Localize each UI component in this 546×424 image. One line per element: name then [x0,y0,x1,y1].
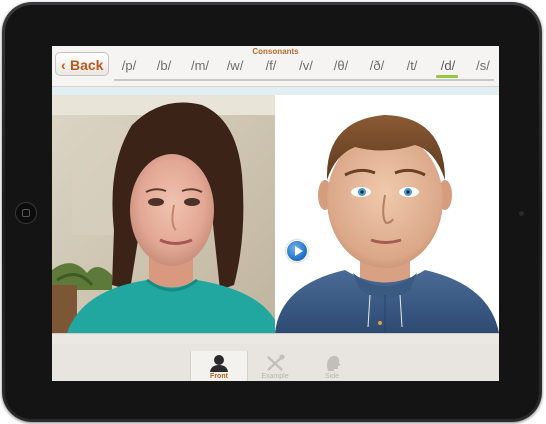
tab-side-label: Side [324,373,339,380]
user-camera-image [52,95,275,333]
user-camera-view [52,95,275,333]
back-button-label: Back [70,57,104,73]
tab-example-label: Example [261,373,289,380]
app-screen: Consonants ‹ Back /p/ /b/ /m/ /w/ /f/ /v… [52,46,499,381]
phoneme-w[interactable]: /w/ [220,56,250,76]
phoneme-v[interactable]: /v/ [291,56,321,76]
chevron-left-icon: ‹ [61,57,66,73]
front-camera [519,211,524,216]
phoneme-s[interactable]: /s/ [468,56,498,76]
phoneme-t[interactable]: /t/ [397,56,427,76]
avatar-view [275,95,499,333]
phoneme-selector: /p/ /b/ /m/ /w/ /f/ /v/ /θ/ /ð/ /t/ /d/ … [114,56,496,78]
front-head-icon [210,355,228,372]
phoneme-b[interactable]: /b/ [149,56,179,76]
example-tools-icon [267,354,285,371]
tab-front-label: Front [210,373,228,380]
tab-bar-shelf [52,334,499,344]
tab-front[interactable]: Front [190,351,248,381]
phoneme-p[interactable]: /p/ [114,56,144,76]
back-button[interactable]: ‹ Back [55,52,109,76]
top-navbar: Consonants ‹ Back /p/ /b/ /m/ /w/ /f/ /v… [52,46,499,87]
phoneme-scroll-rail [114,79,494,81]
tab-side[interactable]: Side [304,351,360,381]
section-title: Consonants [252,47,299,56]
tablet-frame: Consonants ‹ Back /p/ /b/ /m/ /w/ /f/ /v… [2,2,542,422]
phoneme-eth[interactable]: /ð/ [362,56,392,76]
play-icon[interactable] [286,240,308,262]
tab-example[interactable]: Example [247,351,303,381]
content-divider [52,87,499,95]
view-tab-bar: Front Example Side [52,333,499,381]
avatar-image [275,95,499,333]
side-head-icon [327,355,341,371]
phoneme-d[interactable]: /d/ [433,56,463,76]
home-button[interactable] [15,202,37,224]
phoneme-theta[interactable]: /θ/ [326,56,356,76]
phoneme-f[interactable]: /f/ [256,56,286,76]
phoneme-m[interactable]: /m/ [185,56,215,76]
selected-phoneme-indicator [436,75,458,78]
